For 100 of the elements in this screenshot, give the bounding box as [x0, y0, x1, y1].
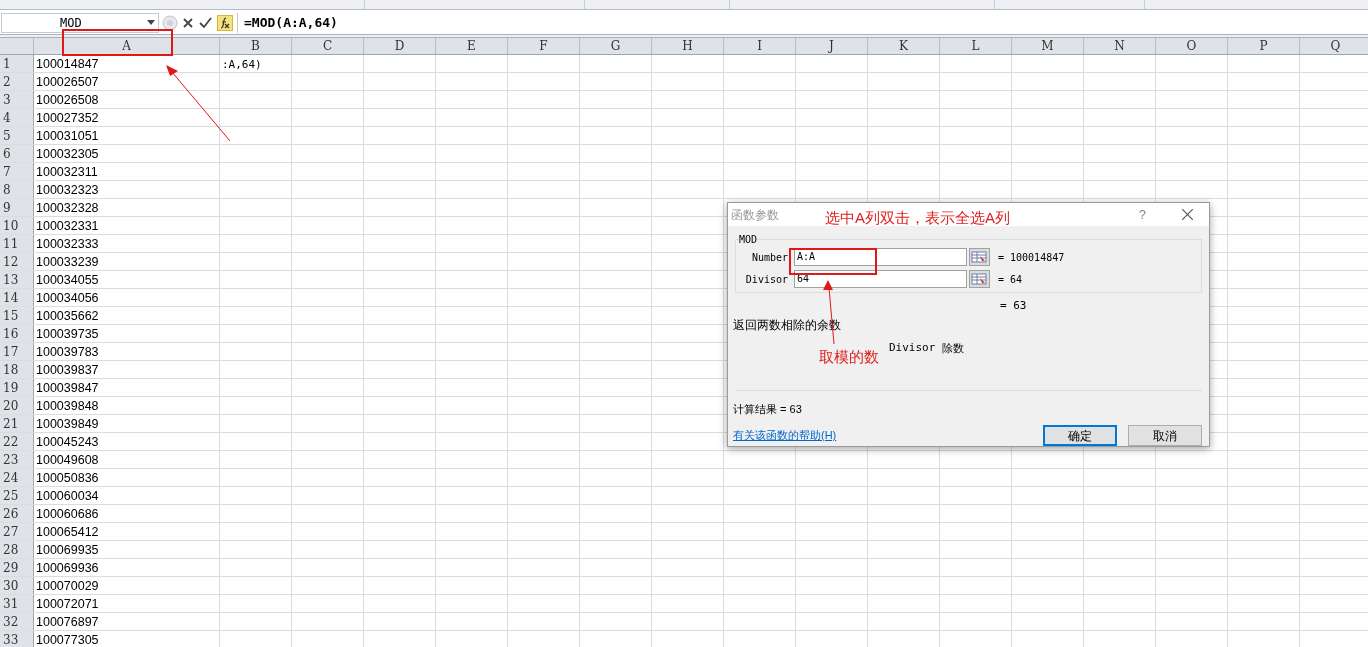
cell-text: 100070029: [36, 579, 99, 593]
cell-text: 100077305: [36, 633, 99, 647]
cell-text: 100039849: [36, 417, 99, 431]
name-box[interactable]: MOD: [1, 12, 159, 33]
cell-text: 100034055: [36, 273, 99, 287]
row-header[interactable]: 24: [0, 469, 34, 486]
help-button[interactable]: ?: [1138, 204, 1146, 225]
help-link[interactable]: 有关该函数的帮助(H): [733, 427, 837, 444]
annotation-text: 取模的数: [819, 347, 879, 367]
column-header[interactable]: L: [940, 38, 1012, 54]
row-header[interactable]: 7: [0, 163, 34, 180]
column-header[interactable]: O: [1156, 38, 1228, 54]
argument-field[interactable]: A:A: [794, 248, 967, 267]
formula-text[interactable]: =MOD(A:A,64): [244, 12, 338, 33]
cell-text: 100026507: [36, 75, 99, 89]
argument-name: Divisor: [889, 340, 936, 357]
row-header[interactable]: 25: [0, 487, 34, 504]
row-header[interactable]: 6: [0, 145, 34, 162]
ok-button[interactable]: 确定: [1043, 425, 1117, 446]
cell-text: 100033239: [36, 255, 99, 269]
row-header[interactable]: 32: [0, 613, 34, 630]
column-header[interactable]: P: [1228, 38, 1300, 54]
row-header[interactable]: 10: [0, 217, 34, 234]
column-header[interactable]: F: [508, 38, 580, 54]
close-icon[interactable]: [1182, 209, 1193, 221]
cell-text: 100035662: [36, 309, 99, 323]
cell-text: 100060034: [36, 489, 99, 503]
column-header[interactable]: A: [34, 38, 220, 54]
collapse-dialog-icon[interactable]: [969, 248, 990, 267]
cell-text: 100014847: [36, 57, 99, 71]
resize-handle-icon[interactable]: [162, 14, 178, 31]
cell-text: 100026508: [36, 93, 99, 107]
cell-text: 100032328: [36, 201, 99, 215]
row-header[interactable]: 33: [0, 631, 34, 647]
row-header[interactable]: 1: [0, 55, 34, 72]
argument-result: = 100014847: [998, 250, 1065, 265]
row-header[interactable]: 18: [0, 361, 34, 378]
column-header[interactable]: J: [796, 38, 868, 54]
check-icon[interactable]: [199, 16, 212, 29]
cell-text: 100072071: [36, 597, 99, 611]
row-header[interactable]: 12: [0, 253, 34, 270]
row-header[interactable]: 26: [0, 505, 34, 522]
cell-text: :A,64): [222, 58, 262, 71]
row-header[interactable]: 27: [0, 523, 34, 540]
row-header[interactable]: 5: [0, 127, 34, 144]
argument-result: = 64: [998, 272, 1023, 287]
row-header[interactable]: 31: [0, 595, 34, 612]
column-header[interactable]: G: [580, 38, 652, 54]
row-header[interactable]: 15: [0, 307, 34, 324]
argument-description: 除数: [942, 341, 965, 357]
cell-text: 100069936: [36, 561, 99, 575]
cell-text: 100032311: [36, 165, 98, 179]
row-header[interactable]: 23: [0, 451, 34, 468]
column-header[interactable]: M: [1012, 38, 1084, 54]
column-header[interactable]: N: [1084, 38, 1156, 54]
column-header[interactable]: C: [292, 38, 364, 54]
argument-label: Divisor: [744, 272, 788, 287]
column-header[interactable]: E: [436, 38, 508, 54]
column-header[interactable]: D: [364, 38, 436, 54]
row-header[interactable]: 2: [0, 73, 34, 90]
row-header[interactable]: 3: [0, 91, 34, 108]
column-header[interactable]: Q: [1300, 38, 1368, 54]
cancel-icon[interactable]: [182, 16, 194, 29]
row-header[interactable]: 21: [0, 415, 34, 432]
argument-label: Number: [750, 250, 788, 265]
row-header[interactable]: 28: [0, 541, 34, 558]
row-header[interactable]: 20: [0, 397, 34, 414]
row-header[interactable]: 17: [0, 343, 34, 360]
cell-text: 100034056: [36, 291, 99, 305]
cell-text: 100050836: [36, 471, 99, 485]
cancel-button[interactable]: 取消: [1128, 425, 1202, 446]
function-description: 返回两数相除的余数: [733, 317, 841, 335]
column-header[interactable]: B: [220, 38, 292, 54]
cell-text: 100032331: [36, 219, 99, 233]
cell-text: 100060686: [36, 507, 99, 521]
row-header[interactable]: 9: [0, 199, 34, 216]
row-header[interactable]: 19: [0, 379, 34, 396]
row-header[interactable]: 8: [0, 181, 34, 198]
cell-text: 100027352: [36, 111, 99, 125]
column-header[interactable]: H: [652, 38, 724, 54]
annotation-text: 选中A列双击，表示全选A列: [825, 208, 1010, 228]
collapse-dialog-icon[interactable]: [969, 270, 990, 289]
cell-text: 100069935: [36, 543, 99, 557]
insert-function-icon[interactable]: [217, 14, 233, 31]
row-header[interactable]: 29: [0, 559, 34, 576]
cell-text: 100032323: [36, 183, 99, 197]
row-header[interactable]: 30: [0, 577, 34, 594]
row-header[interactable]: 14: [0, 289, 34, 306]
formula-result: 计算结果 = 63: [733, 401, 802, 417]
cell-text: 100049608: [36, 453, 99, 467]
cell-text: 100039848: [36, 399, 99, 413]
row-header[interactable]: 22: [0, 433, 34, 450]
row-header[interactable]: 4: [0, 109, 34, 126]
cell-text: 100039837: [36, 363, 99, 377]
column-header[interactable]: I: [724, 38, 796, 54]
row-header[interactable]: 13: [0, 271, 34, 288]
column-header[interactable]: K: [868, 38, 940, 54]
row-header[interactable]: 11: [0, 235, 34, 252]
cell-text: 100045243: [36, 435, 99, 449]
row-header[interactable]: 16: [0, 325, 34, 342]
